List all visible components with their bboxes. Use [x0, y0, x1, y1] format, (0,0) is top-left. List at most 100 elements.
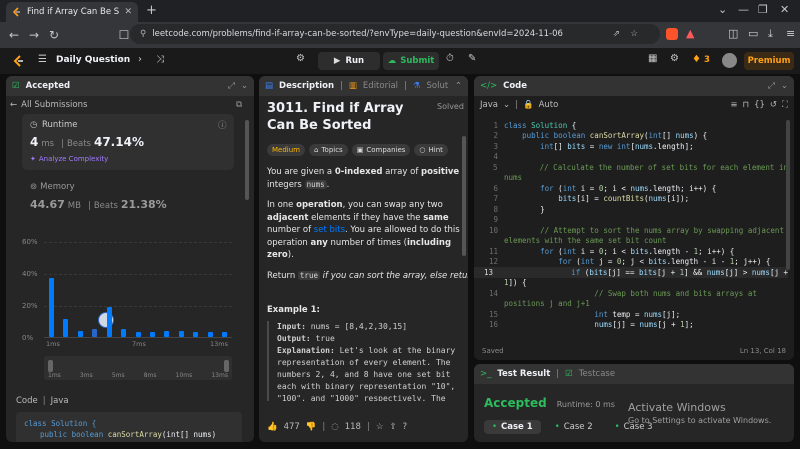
memory-icon: ⊚ [30, 182, 38, 192]
range-handle-left[interactable] [48, 360, 53, 372]
collapse-icon[interactable]: ⌄ [241, 81, 248, 91]
collapse-icon[interactable]: ⌄ [781, 81, 788, 91]
share-icon[interactable]: ⇧ [389, 422, 396, 432]
new-tab-icon[interactable]: + [146, 3, 157, 18]
browser-tab-strip: Find if Array Can Be Sorted - Le... ✕ + … [0, 0, 800, 22]
info-icon[interactable]: ⓘ [218, 119, 227, 131]
left-panel-scrollbar[interactable] [245, 120, 249, 200]
tab-description[interactable]: Description [279, 81, 334, 91]
case-tab-1[interactable]: • Case 1 [484, 420, 541, 434]
browser-tab[interactable]: Find if Array Can Be Sorted - Le... ✕ [6, 2, 138, 22]
premium-button[interactable]: Premium [744, 52, 794, 70]
streak-fire-icon[interactable]: ♦ [692, 54, 701, 65]
restore-icon[interactable]: ❐ [758, 3, 768, 16]
close-tab-icon[interactable]: ✕ [124, 7, 132, 17]
submit-button[interactable]: ☁ Submit [383, 52, 439, 70]
chart-bar[interactable] [193, 332, 199, 337]
code-line: 2 public boolean canSortArray(int[] nums… [493, 131, 708, 141]
chart-bar[interactable] [77, 330, 83, 337]
braces-icon[interactable]: {} [754, 100, 765, 110]
chart-bar[interactable] [207, 332, 213, 337]
difficulty-badge[interactable]: Medium [267, 144, 305, 156]
analyze-complexity-link[interactable]: ✦ Analyze Complexity [30, 155, 108, 163]
brave-shield-icon[interactable] [666, 28, 678, 40]
hint-tag[interactable]: ○ Hint [414, 144, 448, 156]
run-button[interactable]: ▶ Run [318, 52, 380, 70]
chart-bar[interactable] [222, 332, 228, 337]
paragraph-1: You are given a 0-indexed array of posit… [267, 166, 467, 191]
forward-icon[interactable]: → [24, 28, 44, 42]
case-tab-2[interactable]: • Case 2 [547, 420, 601, 434]
chart-bar[interactable] [178, 330, 184, 337]
runtime-card[interactable]: ◷ Runtime ⓘ 4 ms | Beats 47.14% ✦ Analyz… [22, 114, 234, 170]
thumbs-up-icon[interactable]: 👍 [267, 422, 278, 432]
tab-test-result[interactable]: Test Result [497, 369, 550, 379]
debug-icon[interactable]: ⚙ [296, 53, 305, 64]
timer-icon[interactable]: ⏱ [446, 53, 454, 64]
help-icon[interactable]: ? [403, 422, 408, 432]
chart-bar[interactable] [106, 306, 112, 337]
range-slider[interactable]: 1ms 3ms 5ms 8ms 10ms 13ms [44, 356, 232, 380]
description-scrollbar[interactable] [462, 136, 466, 256]
star-icon[interactable]: ☆ [376, 422, 384, 432]
language-select[interactable]: Java [480, 100, 498, 110]
tab-solutions[interactable]: Solutions [427, 81, 449, 91]
thumbs-down-icon[interactable]: 👎 [306, 422, 317, 432]
runtime-label: Runtime [42, 120, 78, 130]
expand-icon[interactable]: ⤢ [228, 81, 235, 91]
chart-bar[interactable] [92, 329, 98, 337]
sidebar-icon[interactable]: ◫ [728, 27, 738, 40]
topics-tag[interactable]: ⌂ Topics [309, 144, 348, 156]
leetcode-logo-icon[interactable] [12, 54, 26, 71]
expand-icon[interactable]: ⤢ [768, 81, 775, 91]
tab-testcase[interactable]: Testcase [579, 369, 615, 379]
range-handle-right[interactable] [224, 360, 229, 372]
share-icon[interactable]: ⇗ [613, 29, 620, 39]
format-icon[interactable]: ≡ [730, 100, 737, 110]
layout-icon[interactable]: ▦ [648, 53, 657, 64]
next-problem-icon[interactable]: › [138, 54, 142, 65]
collapse-icon[interactable]: ⌃ [455, 81, 462, 91]
reset-icon[interactable]: ↺ [770, 100, 777, 110]
reload-icon[interactable]: ↻ [44, 28, 64, 42]
all-submissions-link[interactable]: ← All Submissions [10, 100, 87, 110]
wallet-icon[interactable]: ▭ [748, 27, 758, 40]
minimize-icon[interactable]: — [738, 3, 749, 16]
y-tick: 20% [22, 302, 38, 310]
auto-mode[interactable]: Auto [539, 100, 559, 110]
settings-icon[interactable]: ⚙ [670, 53, 679, 64]
notes-icon[interactable]: ✎ [468, 53, 476, 64]
set-bits-link[interactable]: set bits [314, 225, 345, 235]
comment-icon[interactable]: ◌ [331, 422, 338, 432]
streak-count: 3 [704, 55, 710, 65]
brave-rewards-icon[interactable]: ▲ [686, 27, 694, 40]
tab-editorial[interactable]: Editorial [363, 81, 398, 91]
chart-bar[interactable] [164, 330, 170, 337]
star-icon[interactable]: ☆ [630, 29, 638, 39]
chart-bar[interactable] [149, 332, 155, 337]
site-info-icon[interactable]: ⚲ [140, 29, 146, 39]
problem-list-icon[interactable]: ☰ [38, 54, 47, 65]
back-icon[interactable]: ← [4, 28, 24, 42]
tab-accepted[interactable]: Accepted [26, 81, 70, 91]
chart-bar[interactable] [121, 329, 127, 337]
close-window-icon[interactable]: ✕ [780, 3, 789, 16]
companies-tag[interactable]: ▣ Companies [351, 144, 411, 156]
editor-scrollbar[interactable] [786, 120, 790, 270]
url-bar[interactable]: ⚲ leetcode.com/problems/find-if-array-ca… [130, 24, 660, 44]
code-lines[interactable]: 1 class Solution { 2 public boolean canSo… [474, 120, 788, 330]
bookmark-icon[interactable]: ⊓ [742, 100, 749, 110]
code-line: 5 // Calculate the number of set bits fo… [493, 162, 788, 172]
link-icon[interactable]: ⧉ [236, 100, 242, 110]
download-icon[interactable]: ⤓ [768, 27, 773, 41]
chart-bar[interactable] [63, 319, 69, 337]
chart-bar[interactable] [135, 332, 141, 337]
prev-problem-icon[interactable]: ‹ [120, 54, 124, 65]
menu-icon[interactable]: ≡ [786, 27, 795, 40]
avatar[interactable] [722, 53, 737, 68]
fullscreen-icon[interactable]: ⛶ [782, 100, 788, 110]
shuffle-icon[interactable]: ⤨ [156, 54, 164, 65]
tab-search-icon[interactable]: ⌄ [718, 3, 727, 16]
text: array of [382, 167, 422, 177]
chart-bar[interactable] [48, 277, 54, 337]
